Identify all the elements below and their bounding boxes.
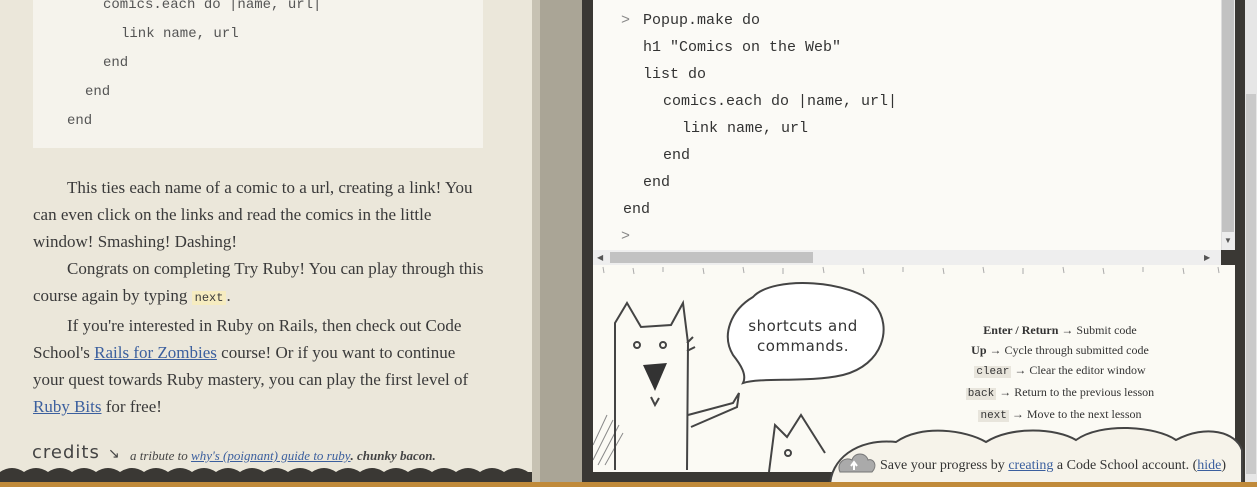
arrow-icon: ↘ <box>108 447 120 462</box>
text: Congrats on completing Try Ruby! You can… <box>33 259 484 305</box>
shortcut-desc: Return to the previous lesson <box>1014 385 1155 399</box>
poignant-guide-link[interactable]: why's (poignant) guide to ruby <box>191 448 351 463</box>
shortcut-desc: Submit code <box>1076 323 1137 337</box>
terminal-line: comics.each do |name, url| <box>663 93 898 110</box>
shortcut-key: Enter / Return <box>983 323 1059 337</box>
editor-horizontal-scroll-thumb[interactable] <box>610 252 813 263</box>
text: ) <box>1221 458 1227 473</box>
shortcut-item: back → Return to the previous lesson <box>935 382 1185 404</box>
arrow-icon: → <box>999 385 1012 399</box>
text: a tribute to <box>130 448 192 463</box>
shortcut-key: Up <box>971 343 987 357</box>
rails-for-zombies-link[interactable]: Rails for Zombies <box>94 343 217 362</box>
prompt-symbol: > <box>621 12 631 29</box>
terminal-line: list do <box>643 66 707 83</box>
create-account-link[interactable]: creating <box>1008 458 1053 473</box>
hide-link[interactable]: hide <box>1197 458 1221 473</box>
text: for free! <box>101 397 162 416</box>
arrow-icon: → <box>1011 407 1024 421</box>
code-line: comics.each do |name, url| <box>103 0 322 13</box>
editor-vertical-scroll-thumb[interactable] <box>1222 0 1234 232</box>
shortcut-desc: Clear the editor window <box>1029 363 1146 377</box>
save-progress-message: Save your progress by creating a Code Sc… <box>880 458 1226 474</box>
terminal-line: end <box>623 201 651 218</box>
code-line: end <box>103 55 129 71</box>
divider-edge <box>532 0 540 487</box>
code-line: end <box>67 113 93 129</box>
code-sample: comics.each do |name, url| link name, ur… <box>33 0 483 148</box>
paragraph: Congrats on completing Try Ruby! You can… <box>33 255 485 312</box>
credits-label: credits <box>32 442 100 463</box>
text: a Code School account. ( <box>1053 458 1198 473</box>
code-line: link name, url <box>121 26 239 42</box>
shortcut-item: Up → Cycle through submitted code <box>935 340 1185 360</box>
shortcut-desc: Move to the next lesson <box>1026 407 1142 421</box>
speech-bubble-text: shortcuts and commands. <box>748 317 858 355</box>
scroll-left-icon[interactable]: ◀ <box>597 250 609 265</box>
arrow-icon: → <box>1061 323 1074 337</box>
save-progress-cloud <box>828 426 1243 487</box>
arrow-icon: → <box>1014 363 1027 377</box>
bottom-bar <box>0 482 1257 487</box>
lesson-panel: comics.each do |name, url| link name, ur… <box>0 0 532 487</box>
paragraph: If you're interested in Ruby on Rails, t… <box>33 312 485 420</box>
shortcut-key: back <box>965 388 997 400</box>
grass-edge <box>602 266 1220 275</box>
shortcut-list: Enter / Return → Submit code Up → Cycle … <box>935 320 1185 426</box>
shortcut-item: Enter / Return → Submit code <box>935 320 1185 340</box>
terminal-line: link name, url <box>682 120 809 137</box>
shortcut-key: clear <box>974 366 1012 378</box>
terminal-line: Popup.make do <box>643 12 761 29</box>
lesson-text: This ties each name of a comic to a url,… <box>33 174 485 420</box>
text: . <box>226 286 231 305</box>
input-prompt[interactable]: > <box>621 228 630 245</box>
shortcut-desc: Cycle through submitted code <box>1004 343 1149 357</box>
shortcut-item: clear → Clear the editor window <box>935 360 1185 382</box>
page-vertical-scroll-thumb[interactable] <box>1246 94 1256 474</box>
scroll-down-icon[interactable]: ▼ <box>1221 234 1235 248</box>
arrow-icon: → <box>989 343 1002 357</box>
ruby-bits-link[interactable]: Ruby Bits <box>33 397 102 416</box>
text: Save your progress by <box>880 458 1009 473</box>
chunky-bacon-text: . chunky bacon. <box>350 448 436 463</box>
code-line: end <box>85 84 111 100</box>
terminal-line: end <box>643 174 671 191</box>
inline-code: next <box>191 291 227 305</box>
paragraph: This ties each name of a comic to a url,… <box>33 178 473 251</box>
scroll-right-icon[interactable]: ▶ <box>1204 250 1216 265</box>
terminal-line: h1 "Comics on the Web" <box>643 39 842 56</box>
terminal-line: end <box>663 147 691 164</box>
code-editor[interactable]: > Popup.make do h1 "Comics on the Web" l… <box>593 0 1221 250</box>
